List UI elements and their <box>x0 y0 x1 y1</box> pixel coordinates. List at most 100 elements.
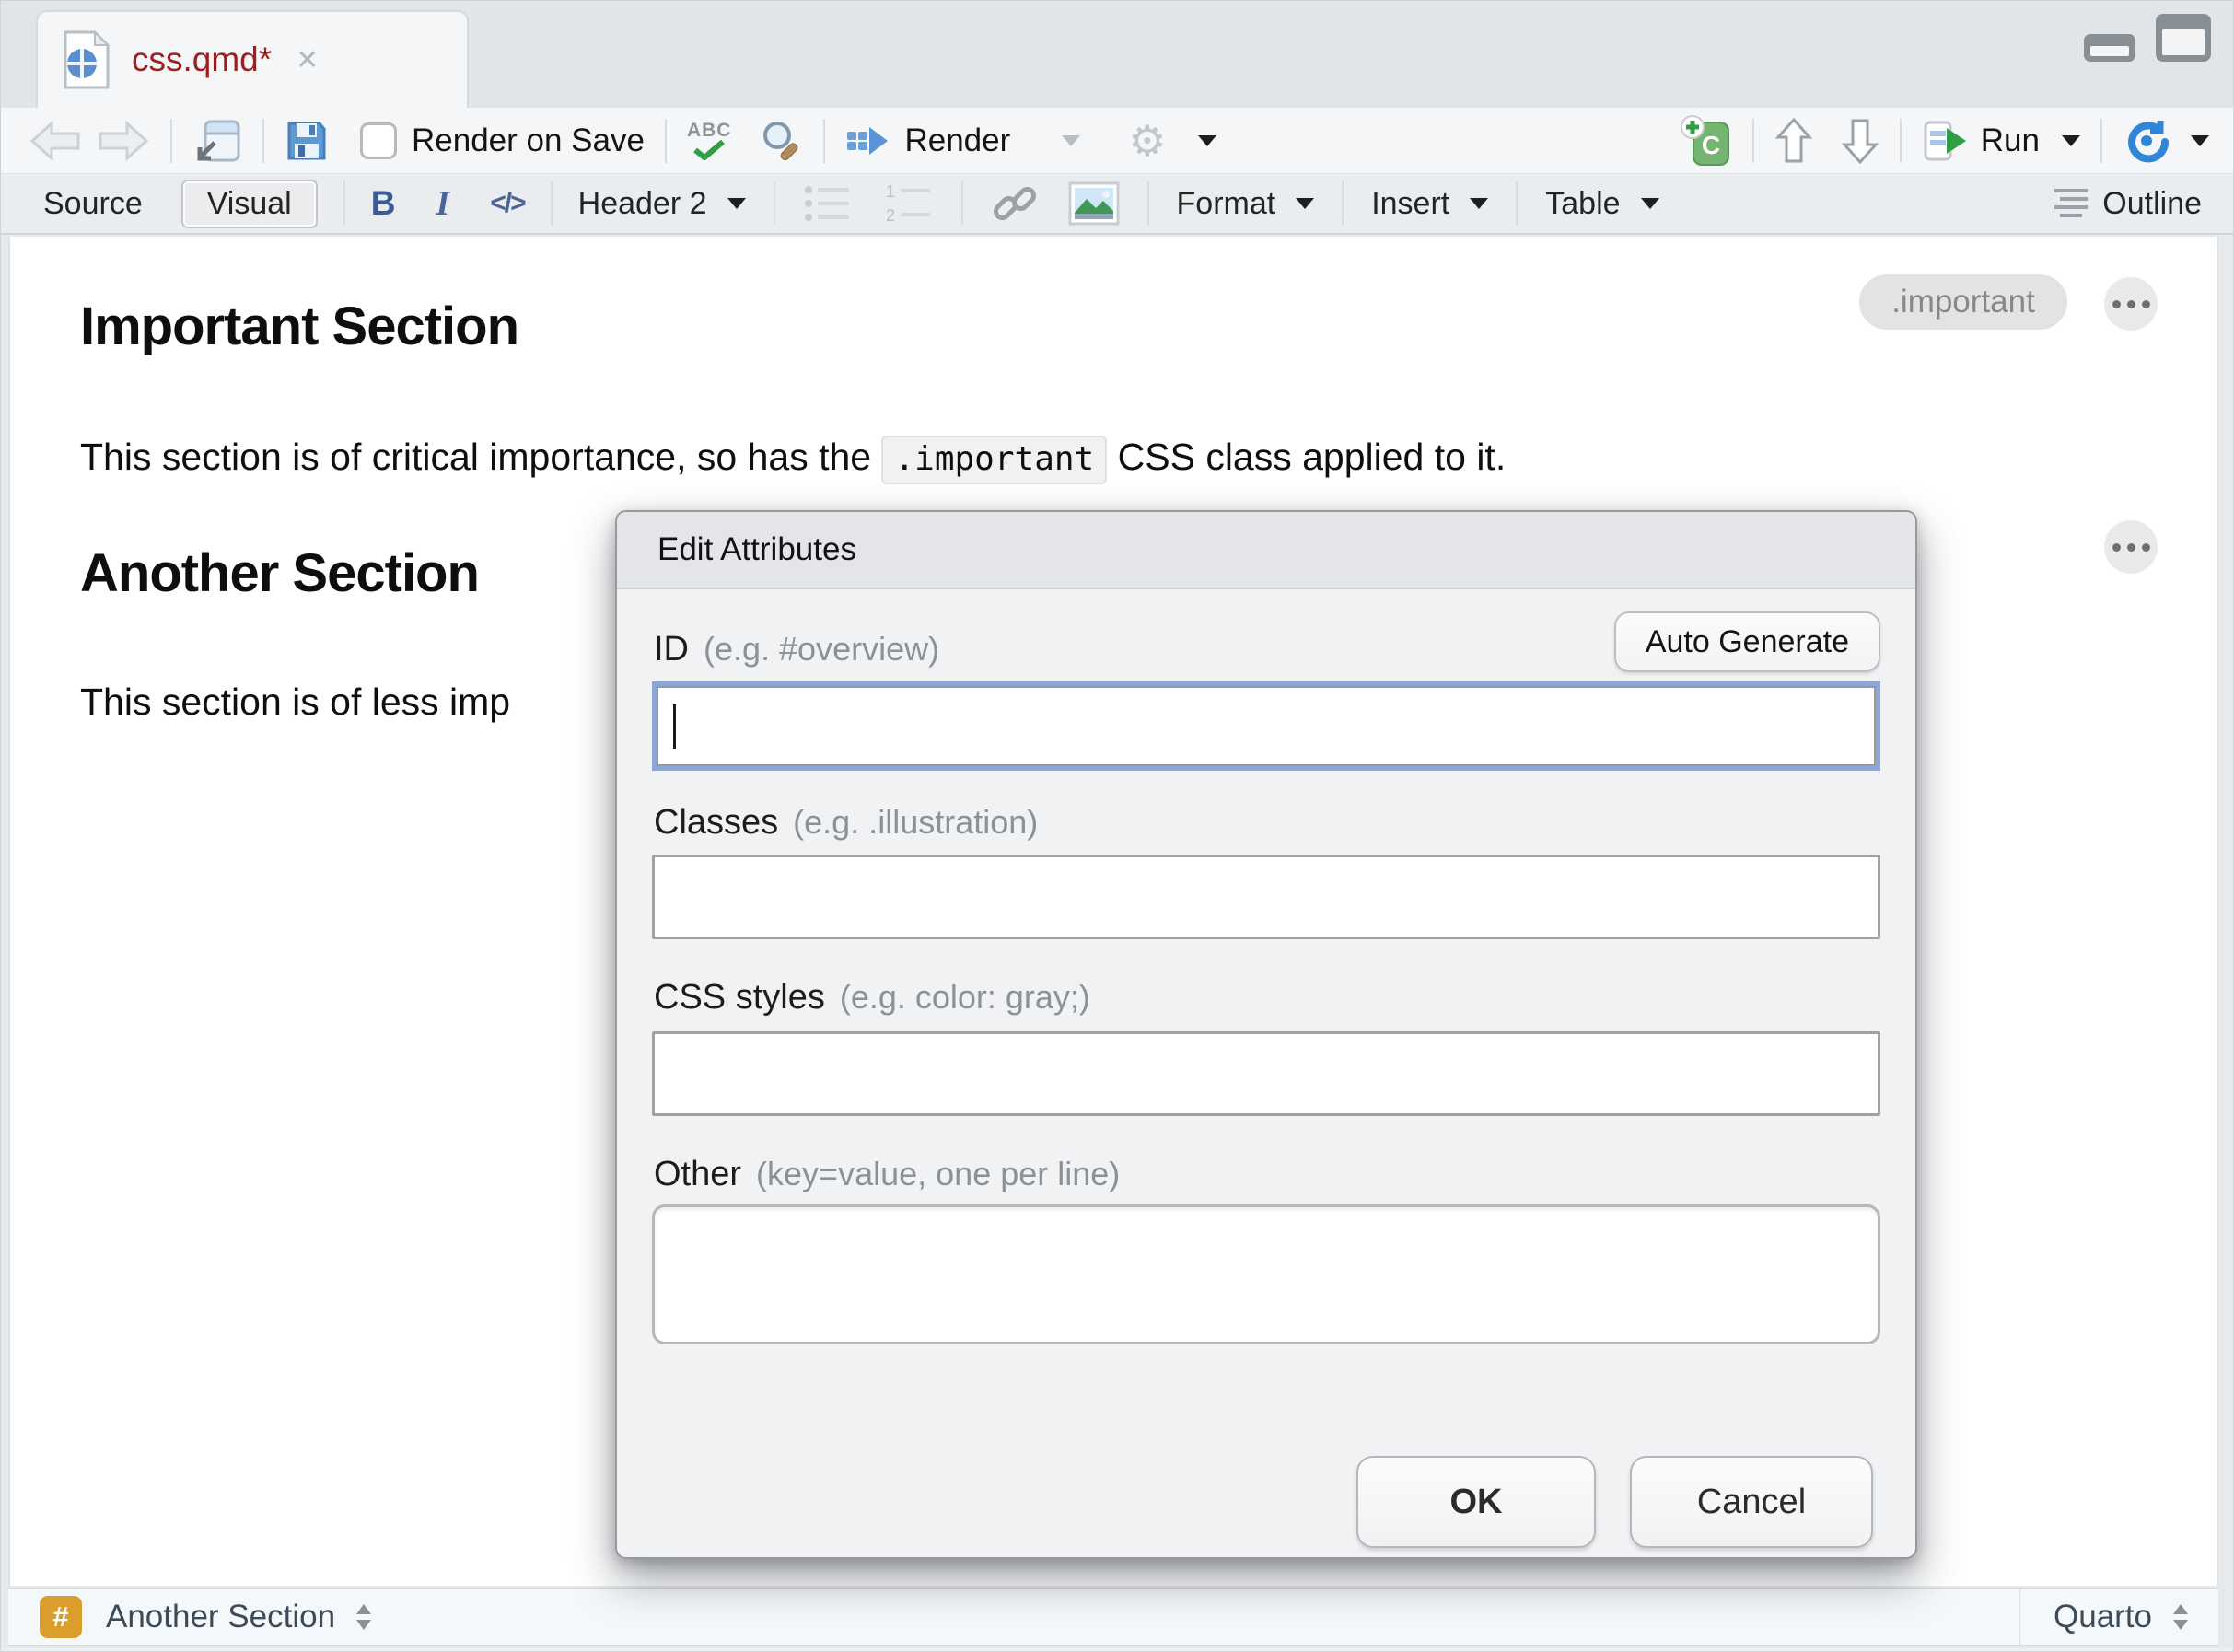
source-sync-icon[interactable] <box>2123 117 2170 165</box>
doc-type-updown-icon <box>2170 1601 2191 1633</box>
run-icon <box>1922 119 1970 163</box>
window-controls <box>2084 14 2211 62</box>
source-mode-button[interactable]: Source <box>43 186 143 222</box>
section-heading-another: Another Section <box>80 544 479 603</box>
checkbox-box[interactable] <box>360 122 397 159</box>
outline-toggle[interactable]: Outline <box>2053 186 2202 222</box>
css-class-badge: .important <box>1859 274 2067 330</box>
render-label: Render <box>904 122 1010 159</box>
numbered-list-icon[interactable]: 1 2 <box>884 182 934 225</box>
link-icon[interactable] <box>991 180 1039 227</box>
ok-button[interactable]: OK <box>1356 1456 1596 1548</box>
id-input-wrapper <box>652 681 1880 771</box>
run-label: Run <box>1981 122 2040 159</box>
bullet-list-icon[interactable] <box>803 182 853 225</box>
outline-location-label[interactable]: Another Section <box>106 1599 335 1635</box>
table-menu[interactable]: Table <box>1545 186 1658 222</box>
render-icon <box>845 122 891 160</box>
table-menu-label: Table <box>1545 186 1620 222</box>
separator <box>823 119 825 163</box>
back-icon[interactable] <box>29 119 82 163</box>
insert-menu[interactable]: Insert <box>1371 186 1488 222</box>
separator <box>1900 119 1902 163</box>
go-to-next-section-icon[interactable] <box>1841 116 1879 166</box>
paragraph-another: This section is of less imp <box>80 677 510 727</box>
sync-dropdown-icon[interactable] <box>2191 135 2209 146</box>
svg-text:1: 1 <box>886 182 895 201</box>
header-dropdown-icon <box>727 198 746 209</box>
inline-code-button[interactable]: </> <box>490 188 524 219</box>
rstudio-window: css.qmd* ✕ <box>0 0 2234 1652</box>
status-bar: # Another Section Quarto <box>8 1588 2218 1646</box>
separator <box>343 181 345 226</box>
css-styles-field-label: CSS styles (e.g. color: gray;) <box>654 978 1090 1018</box>
outline-label: Outline <box>2102 186 2202 222</box>
separator <box>1516 181 1518 226</box>
tab-strip: css.qmd* ✕ <box>1 1 2233 108</box>
doc-type-selector[interactable]: Quarto <box>2019 1589 2218 1645</box>
render-on-save-checkbox[interactable] <box>360 122 397 159</box>
dialog-title: Edit Attributes <box>657 531 856 568</box>
doc-type-label: Quarto <box>2054 1599 2152 1635</box>
visual-mode-button[interactable]: Visual <box>181 180 318 228</box>
css-styles-input[interactable] <box>652 1031 1880 1116</box>
separator <box>2100 119 2102 163</box>
paragraph-important: This section is of critical importance, … <box>80 432 1506 483</box>
header-style-dropdown[interactable]: Header 2 <box>578 186 746 222</box>
table-dropdown-icon <box>1641 198 1659 209</box>
format-dropdown-icon <box>1296 198 1314 209</box>
inline-code: .important <box>881 436 1107 484</box>
tab-close-icon[interactable]: ✕ <box>296 44 319 76</box>
other-input[interactable] <box>652 1204 1880 1344</box>
insert-chunk-icon[interactable]: C <box>1679 113 1732 169</box>
text-cursor <box>673 704 676 749</box>
separator <box>1342 181 1344 226</box>
section-options-icon[interactable] <box>2104 277 2158 331</box>
open-in-new-window-icon[interactable] <box>192 117 242 165</box>
quarto-file-icon <box>62 30 111 89</box>
bold-button[interactable]: B <box>371 184 396 223</box>
maximize-icon[interactable] <box>2156 14 2211 62</box>
run-button[interactable]: Run <box>1922 119 2080 163</box>
window-bottom-edge <box>1 1648 2233 1652</box>
gear-dropdown-icon[interactable] <box>1198 135 1216 146</box>
tab-title: css.qmd* <box>132 41 272 79</box>
image-icon[interactable] <box>1068 181 1120 226</box>
insert-menu-label: Insert <box>1371 186 1449 222</box>
other-field-label: Other (key=value, one per line) <box>654 1155 1120 1194</box>
main-toolbar: Render on Save ABC Render <box>1 108 2233 174</box>
spellcheck-icon[interactable]: ABC <box>687 121 732 160</box>
forward-icon[interactable] <box>97 119 150 163</box>
separator <box>774 181 775 226</box>
separator <box>1752 119 1754 163</box>
section-heading-important: Important Section <box>80 297 518 356</box>
run-dropdown-icon[interactable] <box>2062 135 2080 146</box>
search-icon[interactable] <box>759 118 803 164</box>
svg-text:2: 2 <box>886 206 895 225</box>
tab-css-qmd[interactable]: css.qmd* ✕ <box>36 10 469 108</box>
separator <box>551 181 553 226</box>
auto-generate-button[interactable]: Auto Generate <box>1614 611 1880 672</box>
format-menu[interactable]: Format <box>1177 186 1315 222</box>
outline-location-updown-icon[interactable] <box>354 1601 374 1633</box>
gear-icon[interactable]: ⚙ <box>1128 120 1166 162</box>
italic-button[interactable]: I <box>436 183 449 224</box>
section-options-icon[interactable] <box>2104 520 2158 574</box>
render-button[interactable]: Render <box>845 122 1010 160</box>
go-to-previous-section-icon[interactable] <box>1774 116 1813 166</box>
id-input[interactable] <box>658 688 1874 764</box>
insert-dropdown-icon <box>1470 198 1488 209</box>
dialog-header[interactable]: Edit Attributes <box>617 512 1915 589</box>
heading-hash-icon: # <box>40 1596 82 1638</box>
save-icon[interactable] <box>285 119 329 163</box>
id-field-label: ID (e.g. #overview) <box>654 630 939 669</box>
classes-input[interactable] <box>652 855 1880 939</box>
cancel-button[interactable]: Cancel <box>1630 1456 1873 1548</box>
minimize-icon[interactable] <box>2084 34 2135 62</box>
separator <box>1147 181 1149 226</box>
render-on-save-label[interactable]: Render on Save <box>412 122 645 159</box>
render-dropdown-icon[interactable] <box>1062 135 1080 146</box>
svg-text:C: C <box>1702 131 1720 159</box>
header-style-label: Header 2 <box>578 186 707 222</box>
separator <box>665 119 667 163</box>
